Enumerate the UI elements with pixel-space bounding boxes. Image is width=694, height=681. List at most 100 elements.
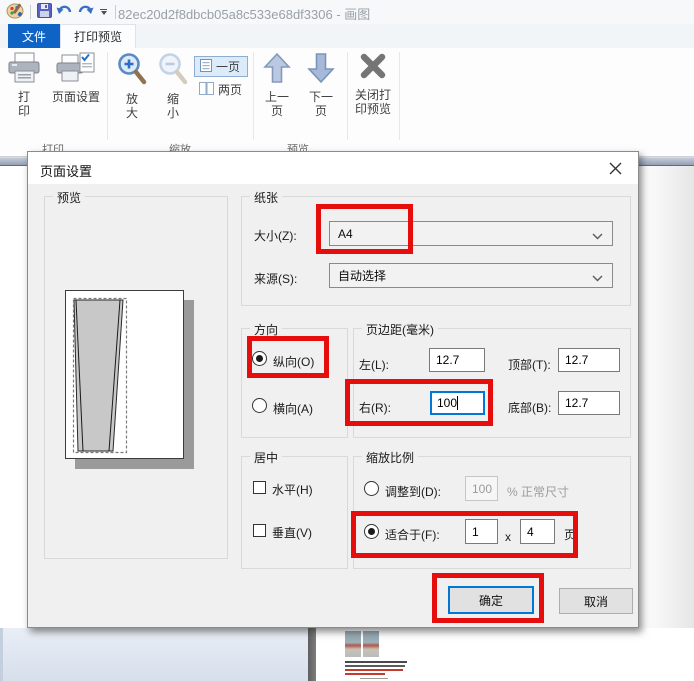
one-page-icon <box>200 59 212 75</box>
margins-group: 页边距(毫米) <box>353 328 631 438</box>
page-photo-thumbnail <box>363 631 379 657</box>
orientation-group: 方向 <box>241 328 348 438</box>
margin-left-field[interactable] <box>429 348 485 372</box>
fit-rows-field[interactable] <box>520 519 555 544</box>
vertical-checkbox[interactable] <box>253 524 266 537</box>
quick-access-toolbar <box>6 2 118 22</box>
fit-to-label[interactable]: 适合于(F): <box>385 526 440 543</box>
two-pages-label: 两页 <box>218 81 242 98</box>
portrait-radio[interactable] <box>252 351 267 366</box>
tab-print-preview[interactable]: 打印预览 <box>60 24 136 48</box>
scaling-group: 缩放比例 <box>353 456 631 569</box>
save-icon[interactable] <box>37 3 52 21</box>
dialog-title-bar: 页面设置 <box>28 152 638 184</box>
two-pages-button[interactable]: 两页 <box>194 79 248 100</box>
tab-file[interactable]: 文件 <box>8 24 60 48</box>
close-preview-button[interactable]: 关闭打印预览 <box>346 52 400 116</box>
next-page-label: 下一页 <box>305 90 337 118</box>
margin-top-field[interactable] <box>558 348 620 372</box>
centering-group: 居中 <box>241 456 348 569</box>
close-preview-label: 关闭打印预览 <box>351 88 395 116</box>
portrait-label[interactable]: 纵向(O) <box>273 353 314 370</box>
ribbon-separator <box>107 52 108 140</box>
page-setup-button[interactable]: 页面设置 <box>46 52 106 104</box>
landscape-radio[interactable] <box>252 398 267 413</box>
redo-icon[interactable] <box>77 3 94 21</box>
two-pages-icon <box>199 82 214 98</box>
page-text-line <box>345 669 403 671</box>
preview-printed-page <box>316 628 694 681</box>
paper-source-value: 自动选择 <box>330 267 386 284</box>
paper-source-combobox[interactable]: 自动选择 <box>329 263 613 288</box>
horizontal-checkbox[interactable] <box>253 481 266 494</box>
paper-size-combobox[interactable]: A4 <box>329 221 613 246</box>
fit-x-label: x <box>505 530 511 544</box>
paint-window: 82ec20d2f8dbcb05a8c533e68df3306 - 画图 文件 … <box>0 0 694 681</box>
adjust-to-field <box>465 476 498 501</box>
undo-icon[interactable] <box>56 3 73 21</box>
margin-bottom-field[interactable] <box>558 391 620 415</box>
page-setup-button-label: 页面设置 <box>52 90 100 104</box>
adjust-to-radio[interactable] <box>364 481 379 496</box>
preview-page-thumbnail <box>65 290 184 459</box>
chevron-down-icon <box>592 271 603 285</box>
customize-toolbar-icon[interactable] <box>98 7 109 17</box>
prev-page-label: 上一页 <box>261 90 293 118</box>
paper-size-label: 大小(Z): <box>254 227 297 244</box>
paper-group: 纸张 <box>241 196 631 306</box>
paint-logo-icon <box>6 2 24 22</box>
landscape-label[interactable]: 横向(A) <box>273 400 313 417</box>
text-caret <box>457 396 458 410</box>
zoom-out-button-label: 缩小 <box>164 92 182 120</box>
page-setup-icon <box>56 52 96 87</box>
fit-pages-suffix: 页 <box>564 526 576 543</box>
paper-size-value: A4 <box>330 227 353 241</box>
dialog-title: 页面设置 <box>40 161 92 180</box>
zoom-in-icon <box>116 52 148 89</box>
adjust-to-suffix: % 正常尺寸 <box>507 483 569 500</box>
zoom-in-button-label: 放大 <box>123 92 141 120</box>
centering-group-label: 居中 <box>250 449 282 466</box>
margin-bottom-label: 底部(B): <box>508 399 551 416</box>
fit-cols-field[interactable] <box>465 519 498 544</box>
ok-button[interactable]: 确定 <box>448 586 534 614</box>
fit-to-radio[interactable] <box>364 524 379 539</box>
preview-page-edge <box>308 628 316 681</box>
chevron-down-icon <box>592 229 603 243</box>
prev-page-button[interactable]: 上一页 <box>256 52 298 118</box>
scaling-group-label: 缩放比例 <box>362 449 418 466</box>
page-text-line <box>345 661 407 663</box>
one-page-button[interactable]: 一页 <box>194 56 248 77</box>
printer-icon <box>6 52 42 87</box>
arrow-up-icon <box>263 52 291 87</box>
title-bar: 82ec20d2f8dbcb05a8c533e68df3306 - 画图 <box>0 0 694 24</box>
zoom-out-button[interactable]: 缩小 <box>154 52 192 120</box>
page-text-line <box>345 665 405 667</box>
dialog-close-icon[interactable] <box>602 157 628 179</box>
margins-group-label: 页边距(毫米) <box>362 321 438 338</box>
page-photo-thumbnail <box>345 631 361 657</box>
preview-pane-background-bottom <box>0 628 308 681</box>
ribbon-tab-strip: 文件 打印预览 <box>0 24 694 48</box>
ribbon-separator <box>253 52 254 140</box>
vertical-label[interactable]: 垂直(V) <box>272 524 312 541</box>
print-button[interactable]: 打印 <box>4 52 44 118</box>
adjust-to-label[interactable]: 调整到(D): <box>385 483 441 500</box>
cancel-button[interactable]: 取消 <box>559 588 633 614</box>
margin-right-label: 右(R): <box>359 399 391 416</box>
page-setup-dialog: 页面设置 预览 纸张 <box>27 151 639 628</box>
preview-pane-background-right <box>639 166 694 628</box>
paper-source-label: 来源(S): <box>254 270 297 287</box>
preview-group-label: 预览 <box>53 189 85 206</box>
margin-top-label: 顶部(T): <box>508 356 551 373</box>
horizontal-label[interactable]: 水平(H) <box>272 481 313 498</box>
next-page-button[interactable]: 下一页 <box>300 52 342 118</box>
page-text-line <box>345 673 385 675</box>
paper-group-label: 纸张 <box>250 189 282 206</box>
margin-left-label: 左(L): <box>359 356 389 373</box>
preview-group: 预览 <box>44 196 228 559</box>
qat-separator-2 <box>115 5 116 19</box>
page-text-line <box>360 678 388 679</box>
arrow-down-icon <box>307 52 335 87</box>
zoom-in-button[interactable]: 放大 <box>112 52 152 120</box>
